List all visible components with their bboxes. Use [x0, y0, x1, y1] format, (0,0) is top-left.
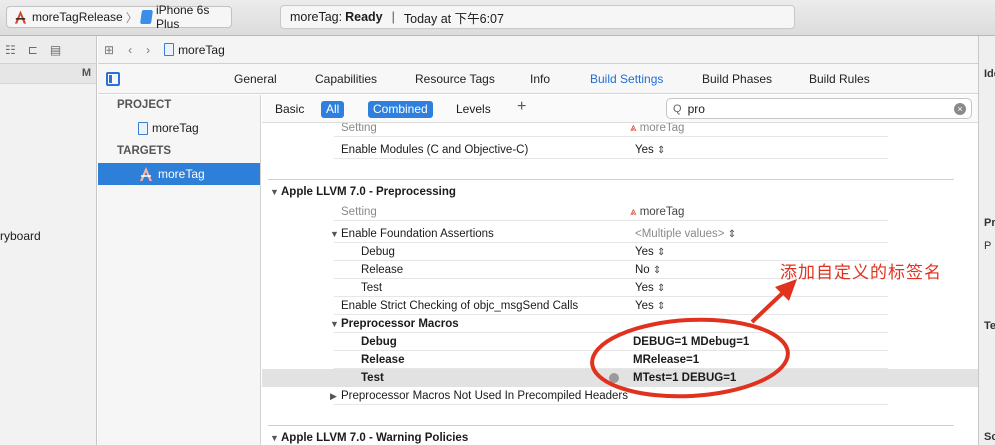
annotation-text: 添加自定义的标签名: [780, 263, 942, 282]
annotation-overlay: [590, 279, 797, 399]
annotation-circle: [590, 317, 790, 399]
